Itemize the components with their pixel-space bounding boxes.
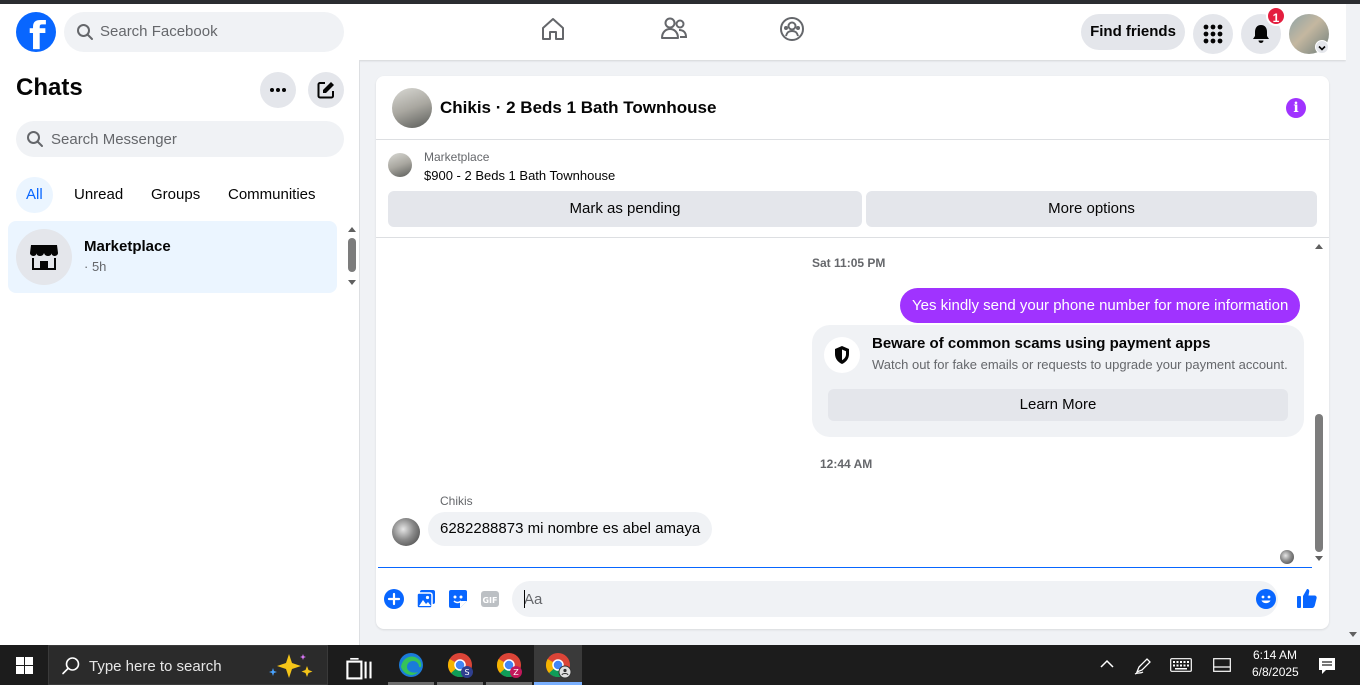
search-icon bbox=[62, 657, 80, 675]
taskbar-clock-date[interactable]: 6/8/2025 bbox=[1252, 665, 1299, 679]
gif-icon[interactable]: GIF bbox=[480, 589, 500, 609]
message-timestamp: Sat 11:05 PM bbox=[812, 256, 886, 270]
listing-thumbnail[interactable] bbox=[388, 153, 412, 177]
copilot-sparkle-icon[interactable] bbox=[263, 652, 323, 680]
more-options-button[interactable]: More options bbox=[866, 191, 1317, 227]
account-caret[interactable] bbox=[1315, 40, 1329, 54]
taskbar-search-placeholder: Type here to search bbox=[89, 658, 222, 675]
listing-title[interactable]: $900 - 2 Beds 1 Bath Townhouse bbox=[424, 168, 615, 183]
display-icon[interactable] bbox=[1213, 658, 1231, 672]
notification-badge: 1 bbox=[1266, 6, 1286, 26]
chats-panel: Chats Search Messenger All Unread Groups… bbox=[0, 60, 360, 645]
menu-grid-icon bbox=[1203, 24, 1223, 44]
sender-name: Chikis bbox=[440, 494, 473, 508]
bell-icon bbox=[1253, 25, 1269, 43]
messenger-search-placeholder: Search Messenger bbox=[51, 131, 177, 148]
top-navigation: f Search Facebook Find friends 1 bbox=[0, 4, 1346, 60]
chrome-profile-s-icon[interactable]: S bbox=[446, 651, 474, 679]
menu-button[interactable] bbox=[1193, 14, 1233, 54]
marketplace-store-icon bbox=[30, 245, 58, 270]
conversation-panel: Chikis · 2 Beds 1 Bath Townhouse i Marke… bbox=[376, 76, 1329, 629]
photo-icon[interactable] bbox=[416, 589, 436, 609]
keyboard-icon[interactable] bbox=[1170, 658, 1192, 672]
chrome-badge-s: S bbox=[464, 668, 469, 677]
emoji-icon[interactable] bbox=[1256, 589, 1276, 609]
scroll-down-arrow-icon[interactable] bbox=[1314, 555, 1324, 563]
page-scrollbar[interactable] bbox=[1346, 4, 1360, 645]
edge-browser-icon[interactable] bbox=[397, 651, 425, 679]
shield-icon bbox=[824, 337, 860, 373]
scam-warning-card: Beware of common scams using payment app… bbox=[812, 325, 1304, 437]
svg-text:GIF: GIF bbox=[482, 596, 497, 605]
conversation-avatar[interactable] bbox=[392, 88, 432, 128]
marketplace-avatar bbox=[16, 229, 72, 285]
text-cursor bbox=[524, 590, 525, 608]
scam-warning-title: Beware of common scams using payment app… bbox=[872, 335, 1211, 352]
conversation-header: Chikis · 2 Beds 1 Bath Townhouse i bbox=[376, 76, 1329, 140]
search-icon bbox=[77, 24, 93, 40]
sticker-icon[interactable] bbox=[448, 589, 468, 609]
plus-circle-icon[interactable] bbox=[384, 589, 404, 609]
home-icon[interactable] bbox=[540, 16, 566, 42]
chat-list-item-marketplace[interactable]: Marketplace · 5h bbox=[8, 221, 337, 293]
chrome-badge-z: Z bbox=[513, 668, 519, 677]
chat-time: · 5h bbox=[84, 259, 107, 274]
mark-as-pending-button[interactable]: Mark as pending bbox=[388, 191, 862, 227]
groups-icon[interactable] bbox=[779, 16, 805, 42]
message-input-placeholder: Aa bbox=[524, 591, 543, 608]
learn-more-button[interactable]: Learn More bbox=[828, 389, 1288, 421]
find-friends-button[interactable]: Find friends bbox=[1081, 14, 1185, 50]
compose-icon bbox=[317, 82, 334, 99]
search-icon bbox=[27, 131, 43, 147]
composer-divider bbox=[378, 567, 1312, 568]
chevron-down-icon bbox=[1318, 45, 1326, 51]
facebook-logo[interactable]: f bbox=[16, 12, 56, 56]
messenger-search-input[interactable]: Search Messenger bbox=[16, 121, 344, 157]
outgoing-message[interactable]: Yes kindly send your phone number for mo… bbox=[900, 288, 1301, 323]
friends-icon[interactable] bbox=[660, 16, 688, 42]
taskbar-search-input[interactable]: Type here to search bbox=[48, 645, 328, 685]
taskbar-clock-time[interactable]: 6:14 AM bbox=[1252, 648, 1298, 662]
chat-options-button[interactable] bbox=[260, 72, 296, 108]
conversation-title[interactable]: Chikis · 2 Beds 1 Bath Townhouse bbox=[440, 98, 716, 118]
windows-start-icon[interactable] bbox=[16, 657, 33, 674]
task-view-icon[interactable] bbox=[346, 656, 374, 684]
filter-all[interactable]: All bbox=[16, 177, 53, 213]
scroll-down-arrow-icon[interactable] bbox=[1348, 631, 1358, 639]
message-input[interactable]: Aa bbox=[512, 581, 1278, 617]
chevron-up-icon[interactable] bbox=[1100, 659, 1114, 669]
filter-unread[interactable]: Unread bbox=[74, 177, 123, 213]
message-timestamp: 12:44 AM bbox=[820, 457, 873, 471]
info-icon[interactable]: i bbox=[1286, 98, 1306, 118]
windows-taskbar: Type here to search S Z 6:14 AM 6/8/2025 bbox=[0, 645, 1360, 685]
sender-avatar[interactable] bbox=[392, 518, 420, 546]
pen-icon[interactable] bbox=[1134, 657, 1152, 675]
marketplace-label: Marketplace bbox=[424, 150, 490, 164]
chat-name: Marketplace bbox=[84, 238, 171, 255]
thumbs-up-icon[interactable] bbox=[1296, 587, 1318, 609]
notification-center-icon[interactable] bbox=[1318, 657, 1336, 675]
incoming-message[interactable]: 6282288873 mi nombre es abel amaya bbox=[428, 512, 713, 546]
scroll-up-arrow-icon[interactable] bbox=[347, 225, 357, 233]
scroll-down-arrow-icon[interactable] bbox=[347, 279, 357, 287]
chrome-profile-active-icon[interactable] bbox=[544, 651, 572, 679]
chrome-profile-z-icon[interactable]: Z bbox=[495, 651, 523, 679]
scroll-up-arrow-icon[interactable] bbox=[1314, 242, 1324, 250]
new-message-button[interactable] bbox=[308, 72, 344, 108]
facebook-search-placeholder: Search Facebook bbox=[100, 23, 218, 40]
filter-groups[interactable]: Groups bbox=[151, 177, 200, 213]
more-horizontal-icon bbox=[270, 88, 286, 92]
seen-receipt-avatar bbox=[1280, 550, 1294, 564]
chats-scroll-thumb[interactable] bbox=[348, 238, 356, 272]
scam-warning-description: Watch out for fake emails or requests to… bbox=[872, 357, 1288, 372]
chats-title: Chats bbox=[16, 74, 83, 101]
filter-communities[interactable]: Communities bbox=[228, 177, 316, 213]
shield-glyph-icon bbox=[835, 346, 849, 364]
facebook-search-input[interactable]: Search Facebook bbox=[64, 12, 344, 52]
messages-scroll-thumb[interactable] bbox=[1315, 414, 1323, 552]
